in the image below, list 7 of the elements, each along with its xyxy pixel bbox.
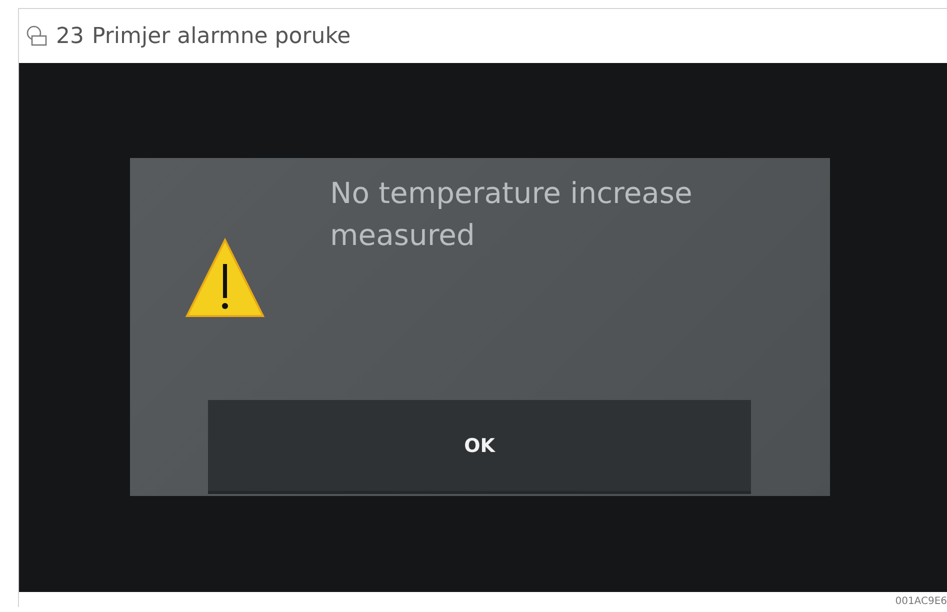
warning-icon [185, 238, 265, 318]
figure-number: 23 [56, 24, 84, 48]
figure-icon [26, 25, 48, 47]
ok-button[interactable]: OK [208, 400, 751, 494]
figure-code: 001AC9E6 [895, 596, 947, 607]
figure-title: Primjer alarmne poruke [92, 24, 351, 48]
alarm-message: No temperature increase measured [330, 175, 694, 254]
